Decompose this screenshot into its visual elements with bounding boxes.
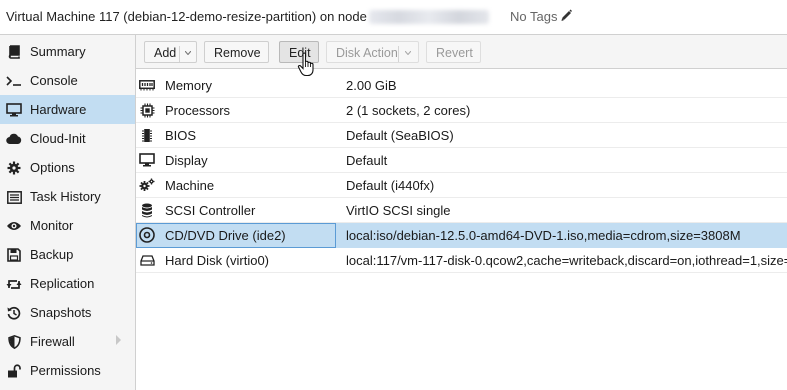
sidebar-item-hardware[interactable]: Hardware [0, 95, 135, 124]
disk-action-button[interactable]: Disk Action [326, 41, 419, 63]
monitor-icon [6, 102, 22, 118]
cloud-icon [6, 131, 22, 147]
sidebar-item-label: Backup [30, 247, 74, 262]
hardware-name: Hard Disk (virtio0) [165, 253, 270, 268]
hardware-name: BIOS [165, 128, 197, 143]
gear-icon [6, 160, 22, 176]
table-row[interactable]: BIOS Default (SeaBIOS) [136, 123, 787, 148]
sidebar-item-backup[interactable]: Backup [0, 240, 135, 269]
sidebar-item-monitor[interactable]: Monitor [0, 211, 135, 240]
edit-tags-pencil-icon[interactable] [560, 8, 572, 22]
title-bar: Virtual Machine 117 (debian-12-demo-resi… [0, 0, 787, 35]
chip-icon [139, 127, 155, 143]
node-name-redacted [369, 10, 489, 24]
table-row[interactable]: SCSI Controller VirtIO SCSI single [136, 198, 787, 223]
expand-arrow-icon[interactable] [116, 335, 121, 345]
table-row[interactable]: Memory 2.00 GiB [136, 73, 787, 98]
sidebar-item-label: Summary [30, 44, 86, 59]
list-icon [6, 189, 22, 205]
sidebar-item-label: Firewall [30, 334, 75, 349]
hardware-value: local:117/vm-117-disk-0.qcow2,cache=writ… [346, 253, 787, 268]
sidebar: Summary Console Hardware Cloud-Init Opti… [0, 35, 136, 390]
hardware-name: SCSI Controller [165, 203, 256, 218]
cdrom-icon [139, 227, 155, 243]
hardware-toolbar: Add Remove Edit Disk Action Revert [136, 35, 787, 69]
sidebar-item-label: Replication [30, 276, 95, 291]
sidebar-item-task-history[interactable]: Task History [0, 182, 135, 211]
cogs-icon [139, 177, 155, 193]
table-row-selected[interactable]: CD/DVD Drive (ide2) local:iso/debian-12.… [136, 223, 787, 248]
sidebar-item-label: Cloud-Init [30, 131, 86, 146]
remove-button[interactable]: Remove [204, 41, 269, 63]
page-title: Virtual Machine 117 (debian-12-demo-resi… [6, 9, 367, 24]
hardware-value: local:iso/debian-12.5.0-amd64-DVD-1.iso,… [346, 228, 741, 243]
table-row[interactable]: Display Default [136, 148, 787, 173]
tags-label: No Tags [510, 9, 558, 24]
hardware-value: Default (SeaBIOS) [346, 128, 454, 143]
sidebar-item-firewall[interactable]: Firewall [0, 327, 135, 356]
sidebar-item-summary[interactable]: Summary [0, 37, 135, 66]
sidebar-item-label: Hardware [30, 102, 87, 117]
database-icon [139, 202, 155, 218]
hardware-value: 2 (1 sockets, 2 cores) [346, 103, 471, 118]
add-button[interactable]: Add [144, 41, 197, 63]
hardware-name: CD/DVD Drive (ide2) [165, 228, 286, 243]
sidebar-item-cloud-init[interactable]: Cloud-Init [0, 124, 135, 153]
table-row[interactable]: Machine Default (i440fx) [136, 173, 787, 198]
sidebar-item-label: Task History [30, 189, 101, 204]
revert-button[interactable]: Revert [426, 41, 481, 63]
sidebar-item-options[interactable]: Options [0, 153, 135, 182]
eye-icon [6, 218, 22, 234]
unlock-icon [6, 363, 22, 379]
chevron-down-icon [185, 51, 191, 55]
edit-button[interactable]: Edit [279, 41, 319, 63]
sidebar-item-label: Permissions [30, 363, 101, 378]
history-icon [6, 305, 22, 321]
terminal-icon [6, 73, 22, 89]
retweet-icon [6, 276, 22, 292]
table-row[interactable]: Processors 2 (1 sockets, 2 cores) [136, 98, 787, 123]
desktop-icon [139, 152, 155, 168]
memory-icon [139, 77, 155, 93]
shield-icon [6, 334, 22, 350]
sidebar-item-console[interactable]: Console [0, 66, 135, 95]
sidebar-item-label: Monitor [30, 218, 74, 233]
cpu-icon [139, 102, 155, 118]
harddisk-icon [139, 252, 155, 268]
hardware-value: 2.00 GiB [346, 78, 397, 93]
table-row[interactable]: Hard Disk (virtio0) local:117/vm-117-dis… [136, 248, 787, 273]
sidebar-item-permissions[interactable]: Permissions [0, 356, 135, 385]
sidebar-item-label: Snapshots [30, 305, 92, 320]
hardware-value: Default (i440fx) [346, 178, 435, 193]
hardware-grid: Memory 2.00 GiB Processors 2 (1 sockets,… [136, 73, 787, 390]
hardware-name: Display [165, 153, 208, 168]
sidebar-item-label: Options [30, 160, 75, 175]
chevron-down-icon [405, 51, 411, 55]
hardware-name: Memory [165, 78, 212, 93]
hardware-name: Machine [165, 178, 215, 193]
sidebar-item-label: Console [30, 73, 78, 88]
hardware-value: VirtIO SCSI single [346, 203, 451, 218]
hardware-name: Processors [165, 103, 231, 118]
hardware-value: Default [346, 153, 388, 168]
sidebar-item-replication[interactable]: Replication [0, 269, 135, 298]
floppy-icon [6, 247, 22, 263]
sidebar-item-snapshots[interactable]: Snapshots [0, 298, 135, 327]
book-icon [6, 44, 22, 60]
